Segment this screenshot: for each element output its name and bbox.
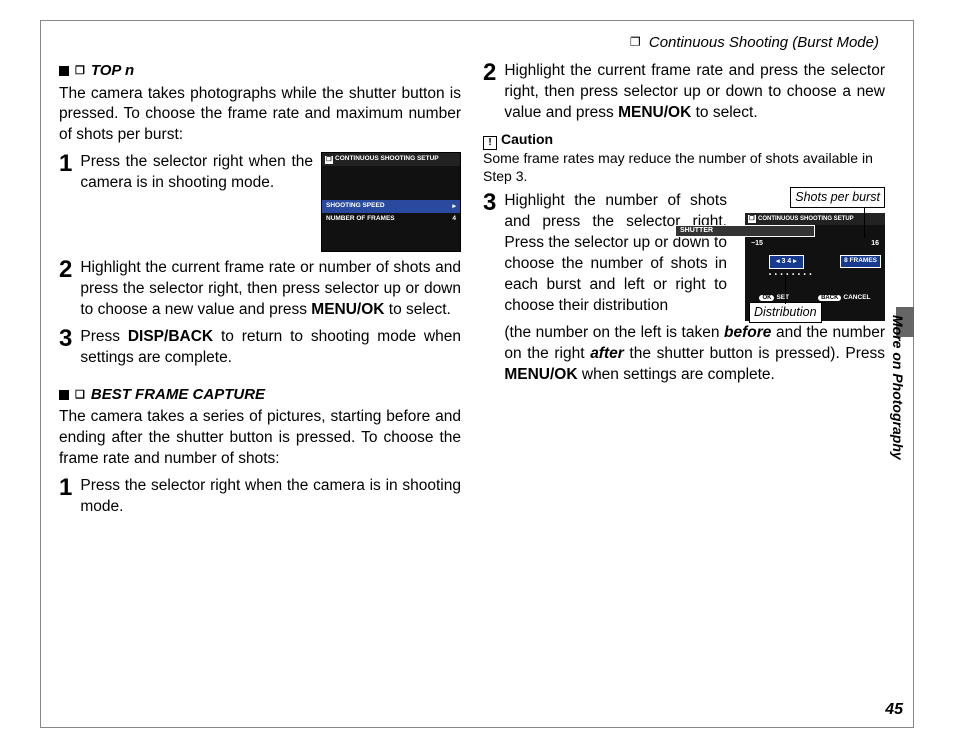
cam2-minus: −15 — [751, 239, 763, 248]
cam1-row-speed: SHOOTING SPEED ▸ — [322, 200, 460, 213]
page: ❐ Continuous Shooting (Burst Mode) ❐ TOP… — [40, 20, 914, 728]
step-number: 3 — [483, 191, 496, 386]
cam-icon: ❐ — [748, 215, 756, 223]
step-b1: 1 Press the selector right when the came… — [59, 476, 461, 518]
left-column: ❐ TOP n The camera takes photographs whi… — [59, 61, 461, 661]
cam1-frames-val: 4 — [452, 215, 456, 224]
bullet-icon — [59, 390, 69, 400]
cam2-shutter: SHUTTER — [675, 225, 815, 236]
bullet-icon — [59, 66, 69, 76]
r-step-2: 2 Highlight the current frame rate and p… — [483, 61, 885, 124]
cam1-row-frames: NUMBER OF FRAMES 4 — [322, 213, 460, 226]
step-3: 3 Press DISP/BACK to return to shooting … — [59, 327, 461, 369]
burst-icon: ❐ — [75, 64, 85, 79]
callout-distribution: Distribution — [749, 302, 822, 323]
step-number: 1 — [59, 476, 72, 518]
header-title: Continuous Shooting (Burst Mode) — [649, 34, 879, 51]
cam2-frames: 8 FRAMES — [840, 255, 881, 268]
burst-icon: ❐ — [630, 35, 641, 49]
after-label: after — [590, 345, 624, 362]
section-title: TOP n — [91, 61, 134, 81]
step-3-text: Press DISP/BACK to return to shooting mo… — [80, 327, 461, 369]
side-tab: More on Photography — [893, 315, 907, 493]
cam2-back-pill: BACK — [818, 295, 841, 301]
step-1-text: Press the selector right when the camera… — [80, 152, 313, 194]
r-step-3-text-rest: (the number on the left is taken before … — [504, 323, 885, 386]
r-step-3-text-top: Highlight the number of shots and press … — [504, 191, 727, 317]
camera-screen-1: ❐ CONTINUOUS SHOOTING SETUP SHOOTING SPE… — [321, 152, 461, 252]
step-b1-text: Press the selector right when the camera… — [80, 476, 461, 518]
before-label: before — [724, 324, 771, 341]
leader-line — [785, 274, 786, 304]
step-number: 1 — [59, 152, 72, 252]
cam1-title: ❐ CONTINUOUS SHOOTING SETUP — [322, 153, 460, 166]
disp-back-label: DISP/BACK — [128, 328, 213, 345]
menu-ok-label: MENU/OK — [504, 366, 577, 383]
cam1-title-text: CONTINUOUS SHOOTING SETUP — [335, 155, 439, 164]
caution-label: Caution — [501, 131, 553, 147]
r-step-3: 3 Highlight the number of shots and pres… — [483, 191, 885, 386]
cam-icon: ❐ — [325, 156, 333, 164]
cam2-title-text: CONTINUOUS SHOOTING SETUP — [758, 215, 854, 223]
cam2-set: SET — [776, 294, 789, 301]
section-top-n-intro: The camera takes photographs while the s… — [59, 84, 461, 147]
section-bfc-head: ❏ BEST FRAME CAPTURE — [59, 385, 461, 405]
step-number: 2 — [483, 61, 496, 124]
cam2-cancel: CANCEL — [843, 294, 870, 301]
caution-body: Some frame rates may reduce the number o… — [483, 150, 885, 185]
menu-ok-label: MENU/OK — [618, 104, 691, 121]
step-1: 1 Press the selector right when the came… — [59, 152, 461, 252]
cam2-selection: ◂ 3 4 ▸ — [769, 255, 804, 268]
cam2-ok-pill: OK — [759, 295, 774, 301]
step-number: 3 — [59, 327, 72, 369]
page-number: 45 — [885, 699, 903, 721]
r-step-2-text: Highlight the current frame rate and pre… — [504, 61, 885, 124]
callout-shots-per-burst: Shots per burst — [790, 187, 885, 208]
cam1-frames-label: NUMBER OF FRAMES — [326, 215, 395, 224]
leader-line — [864, 208, 865, 238]
menu-ok-label: MENU/OK — [311, 301, 384, 318]
section-top-n-head: ❐ TOP n — [59, 61, 461, 81]
caution-head: ! Caution — [483, 130, 885, 150]
right-column: 2 Highlight the current frame rate and p… — [483, 61, 885, 661]
cam1-speed-label: SHOOTING SPEED — [326, 202, 385, 211]
step-number: 2 — [59, 258, 72, 321]
cam2-dots: • • • • • • • • — [769, 271, 812, 279]
cam1-speed-val: ▸ — [452, 202, 456, 211]
section-bfc-intro: The camera takes a series of pictures, s… — [59, 407, 461, 470]
section-title: BEST FRAME CAPTURE — [91, 385, 265, 405]
bfc-icon: ❏ — [75, 388, 85, 403]
page-header: ❐ Continuous Shooting (Burst Mode) — [59, 33, 885, 53]
camera-screen-2-wrap: Shots per burst ❐ CONTINUOUS SHOOTING SE… — [735, 191, 885, 321]
step-2-text: Highlight the current frame rate or numb… — [80, 258, 461, 321]
caution-icon: ! — [483, 136, 497, 150]
step-2: 2 Highlight the current frame rate or nu… — [59, 258, 461, 321]
cam2-plus: 16 — [871, 239, 879, 248]
columns: ❐ TOP n The camera takes photographs whi… — [59, 61, 885, 661]
